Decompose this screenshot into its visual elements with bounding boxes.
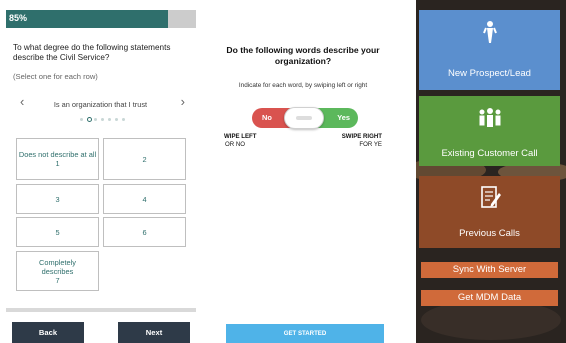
page-title: Do the following words describe your org…: [226, 45, 380, 66]
back-button[interactable]: Back: [12, 322, 84, 343]
question-hint: (Select one for each row): [13, 72, 98, 81]
option-2[interactable]: 2: [103, 138, 186, 180]
option-value: 1: [55, 159, 60, 168]
swipe-right-meaning: FOR YE: [359, 141, 382, 148]
existing-customer-tile[interactable]: Existing Customer Call: [419, 96, 560, 166]
group-icon: [479, 108, 501, 127]
option-text: Completely describes: [39, 257, 76, 276]
option-text: Does not describe at all: [18, 150, 97, 159]
option-value: 5: [55, 227, 60, 237]
survey-screen: 85% To what degree do the following stat…: [0, 0, 200, 343]
pagination-dot: [108, 118, 111, 121]
option-3[interactable]: 3: [16, 184, 99, 214]
grip-icon: [296, 116, 312, 120]
option-1[interactable]: Does not describe at all 1: [16, 138, 99, 180]
progress-fill: [6, 10, 168, 28]
progress-bar: 85%: [6, 10, 196, 28]
new-prospect-tile[interactable]: New Prospect/Lead: [419, 10, 560, 90]
swipe-left-hint: WIPE LEFT: [224, 133, 257, 140]
app-menu-screen: New Prospect/Lead Existing Customer Call…: [416, 0, 566, 343]
option-value: 4: [142, 194, 147, 204]
option-7[interactable]: Completely describes 7: [16, 251, 99, 291]
pagination-dot: [80, 118, 83, 121]
question-text: To what degree do the following statemen…: [13, 43, 171, 62]
note-edit-icon: [481, 186, 501, 208]
no-label: No: [262, 113, 272, 122]
option-value: 2: [142, 154, 147, 164]
next-button[interactable]: Next: [118, 322, 190, 343]
option-5[interactable]: 5: [16, 217, 99, 247]
instruction-text: Indicate for each word, by swiping left …: [238, 82, 368, 89]
option-value: 7: [55, 275, 60, 285]
yes-label: Yes: [337, 113, 350, 122]
statement-navigator: ‹ Is an organization that I trust ›: [13, 94, 188, 112]
divider: [6, 308, 196, 312]
swipe-handle[interactable]: [284, 107, 324, 129]
swipe-left-meaning: OR NO: [225, 141, 245, 148]
statement-label: Is an organization that I trust: [53, 100, 148, 109]
sync-with-server-button[interactable]: Sync With Server: [421, 262, 558, 278]
pagination-dot: [122, 118, 125, 121]
option-6[interactable]: 6: [103, 217, 186, 247]
yes-no-swipe-toggle[interactable]: No Yes: [252, 107, 358, 129]
chevron-right-icon[interactable]: ›: [181, 94, 185, 110]
progress-label: 85%: [9, 13, 28, 23]
tile-label: Previous Calls: [459, 228, 520, 239]
pagination-dot: [94, 118, 97, 121]
swipe-screen: Do the following words describe your org…: [222, 0, 384, 343]
option-4[interactable]: 4: [103, 184, 186, 214]
pagination-dot: [115, 118, 118, 121]
tile-label: New Prospect/Lead: [448, 68, 531, 79]
pagination-dot: [87, 117, 92, 122]
tile-label: Existing Customer Call: [441, 148, 538, 159]
swipe-right-hint: SWIPE RIGHT: [341, 133, 382, 140]
option-value: 3: [55, 194, 60, 204]
person-icon: [483, 21, 497, 43]
pagination-dot: [101, 118, 104, 121]
option-value: 6: [142, 227, 147, 237]
get-mdm-data-button[interactable]: Get MDM Data: [421, 290, 558, 306]
get-started-button[interactable]: GET STARTED: [226, 324, 384, 343]
previous-calls-tile[interactable]: Previous Calls: [419, 176, 560, 248]
